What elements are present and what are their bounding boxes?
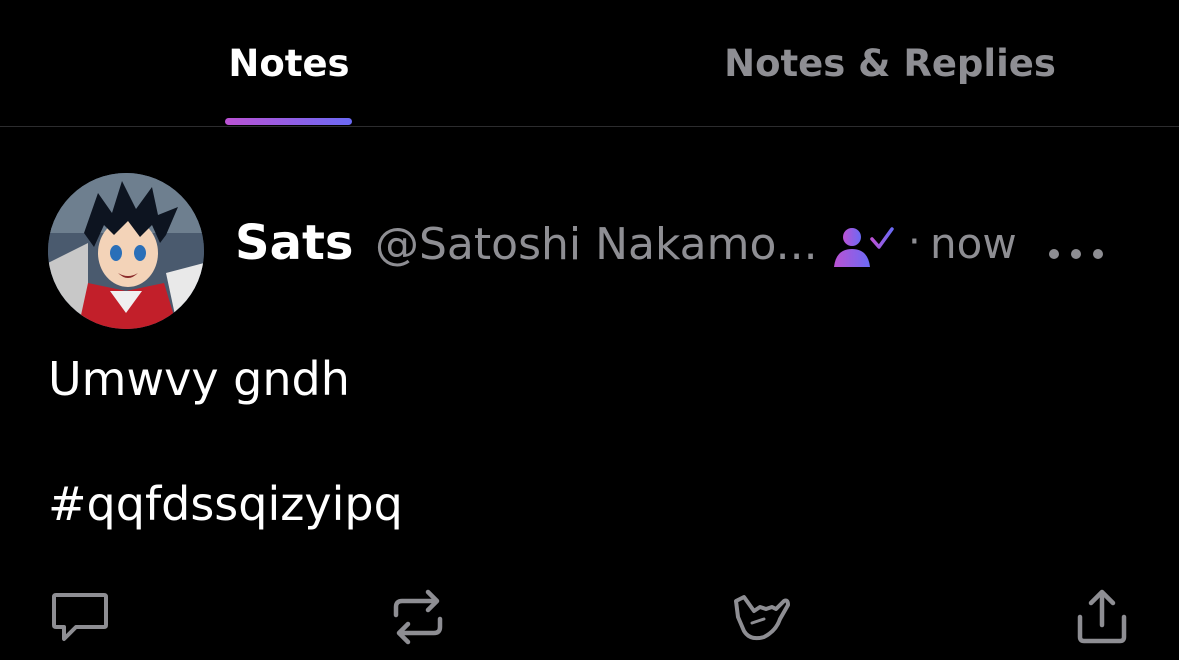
author-name[interactable]: Sats: [235, 215, 353, 271]
timestamp: now: [930, 219, 1017, 268]
comment-icon[interactable]: [50, 587, 110, 647]
repost-icon[interactable]: [388, 587, 448, 647]
ellipsis-icon[interactable]: [1046, 239, 1106, 269]
tab-notes[interactable]: Notes: [178, 0, 400, 126]
separator-dot: ·: [908, 219, 921, 265]
note-card[interactable]: Sats @Satoshi Nakamo... · now Umwvy gndh…: [0, 127, 1179, 660]
tab-notes-and-replies-label: Notes & Replies: [724, 41, 1056, 85]
tab-bar: Notes Notes & Replies: [0, 0, 1179, 127]
note-content: Umwvy gndh: [48, 352, 350, 406]
user-check-icon: [834, 227, 894, 267]
active-tab-indicator: [225, 118, 352, 125]
author-handle[interactable]: @Satoshi Nakamo...: [375, 219, 818, 270]
tab-notes-and-replies[interactable]: Notes & Replies: [680, 0, 1100, 126]
tab-notes-label: Notes: [228, 41, 350, 85]
shaka-hand-icon[interactable]: [730, 587, 790, 647]
avatar[interactable]: [48, 173, 204, 329]
note-hashtag[interactable]: #qqfdssqizyipq: [48, 477, 403, 531]
avatar-image: [48, 173, 204, 329]
share-icon[interactable]: [1072, 587, 1132, 647]
